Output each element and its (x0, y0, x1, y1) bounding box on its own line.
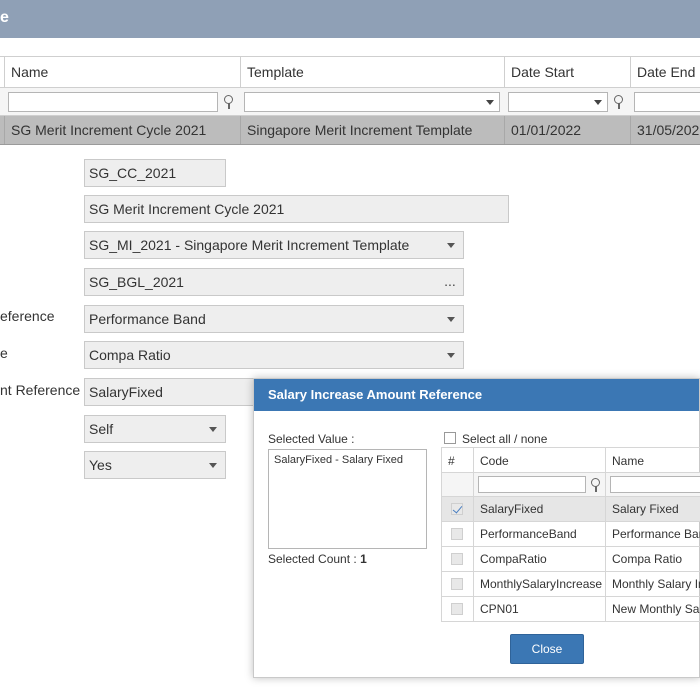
amount-reference-label: nt Reference (0, 382, 81, 398)
row-checkbox[interactable] (451, 553, 463, 565)
filter-name-input[interactable] (8, 92, 218, 112)
row-checkbox[interactable] (451, 578, 463, 590)
performance-reference-select[interactable]: Performance Band (84, 305, 464, 333)
row-checkbox-cell (441, 522, 473, 546)
row-name: New Monthly Salary (605, 597, 700, 621)
row-code: CompaRatio (473, 547, 605, 571)
amount-reference-field[interactable]: SalaryFixed (84, 378, 259, 406)
table-row[interactable]: MonthlySalaryIncrease Monthly Salary Inc… (441, 572, 700, 597)
filter-cell-empty (441, 473, 473, 496)
cell-name: SG Merit Increment Cycle 2021 (4, 116, 240, 144)
select-all-label[interactable]: Select all / none (462, 432, 547, 446)
table-filter-row (441, 473, 700, 497)
row-checkbox-cell (441, 547, 473, 571)
filter-cell-name (605, 473, 700, 496)
table-row[interactable]: CPN01 New Monthly Salary (441, 597, 700, 622)
filter-cell-code (473, 473, 605, 496)
budget-browse-button[interactable]: ... (437, 269, 463, 295)
row-code: MonthlySalaryIncrease (473, 572, 605, 596)
cell-date-start: 01/01/2022 (504, 116, 630, 144)
cell-template: Singapore Merit Increment Template (240, 116, 504, 144)
approver-select[interactable]: Self (84, 415, 226, 443)
budget-value: SG_BGL_2021 (89, 274, 184, 290)
column-header-date-end[interactable]: Date End (630, 57, 700, 87)
column-header-date-start[interactable]: Date Start (504, 57, 630, 87)
dialog-title: Salary Increase Amount Reference (254, 379, 699, 411)
column-header-name[interactable]: Name (4, 57, 240, 87)
template-select[interactable]: SG_MI_2021 - Singapore Merit Increment T… (84, 231, 464, 259)
filter-key-icon[interactable] (222, 95, 234, 109)
grid-header: Name Template Date Start Date End (0, 56, 700, 88)
name-field[interactable]: SG Merit Increment Cycle 2021 (84, 195, 509, 223)
row-checkbox[interactable] (451, 528, 463, 540)
cell-date-end: 31/05/202 (630, 116, 700, 144)
selected-value-box: SalaryFixed - Salary Fixed (268, 449, 427, 549)
row-checkbox-cell (441, 572, 473, 596)
column-header-template[interactable]: Template (240, 57, 504, 87)
row-name: Monthly Salary Increase (605, 572, 700, 596)
flag-select[interactable]: Yes (84, 451, 226, 479)
table-row[interactable]: CompaRatio Compa Ratio (441, 547, 700, 572)
filter-template-select[interactable] (244, 92, 500, 112)
column-header-name[interactable]: Name (605, 448, 700, 472)
filter-date-end-input[interactable] (634, 92, 700, 112)
select-all-checkbox[interactable] (444, 432, 456, 444)
table-header-row: # Code Name (441, 447, 700, 473)
performance-reference-label: eference (0, 308, 55, 324)
row-checkbox[interactable] (451, 603, 463, 615)
amount-reference-dialog: Salary Increase Amount Reference Selecte… (253, 378, 700, 678)
code-filter-input[interactable] (478, 476, 586, 493)
compa-select[interactable]: Compa Ratio (84, 341, 464, 369)
row-code: SalaryFixed (473, 497, 605, 521)
close-button[interactable]: Close (510, 634, 584, 664)
filter-key-icon[interactable] (612, 95, 624, 109)
row-checkbox-cell (441, 597, 473, 621)
name-filter-input[interactable] (610, 476, 700, 493)
filter-key-icon[interactable] (589, 478, 601, 492)
table-row[interactable]: PerformanceBand Performance Band (441, 522, 700, 547)
table-row[interactable]: SalaryFixed Salary Fixed (441, 497, 700, 522)
row-name: Salary Fixed (605, 497, 700, 521)
selected-count-label: Selected Count : 1 (268, 552, 367, 566)
budget-field[interactable]: SG_BGL_2021 ... (84, 268, 464, 296)
column-header-code[interactable]: Code (473, 448, 605, 472)
compa-label: e (0, 345, 8, 361)
row-checkbox[interactable] (451, 503, 463, 515)
selected-count-value: 1 (360, 552, 367, 566)
row-checkbox-cell (441, 497, 473, 521)
row-name: Compa Ratio (605, 547, 700, 571)
window-title: e (0, 9, 9, 26)
row-name: Performance Band (605, 522, 700, 546)
table-row[interactable]: SG Merit Increment Cycle 2021 Singapore … (0, 116, 700, 145)
selected-value-item: SalaryFixed - Salary Fixed (274, 454, 403, 466)
selected-value-label: Selected Value : (268, 432, 355, 446)
row-code: PerformanceBand (473, 522, 605, 546)
filter-date-start-select[interactable] (508, 92, 608, 112)
row-code: CPN01 (473, 597, 605, 621)
window-titlebar: e (0, 0, 700, 38)
code-field[interactable]: SG_CC_2021 (84, 159, 226, 187)
grid-filter-row (0, 88, 700, 116)
column-header-number: # (441, 448, 473, 472)
